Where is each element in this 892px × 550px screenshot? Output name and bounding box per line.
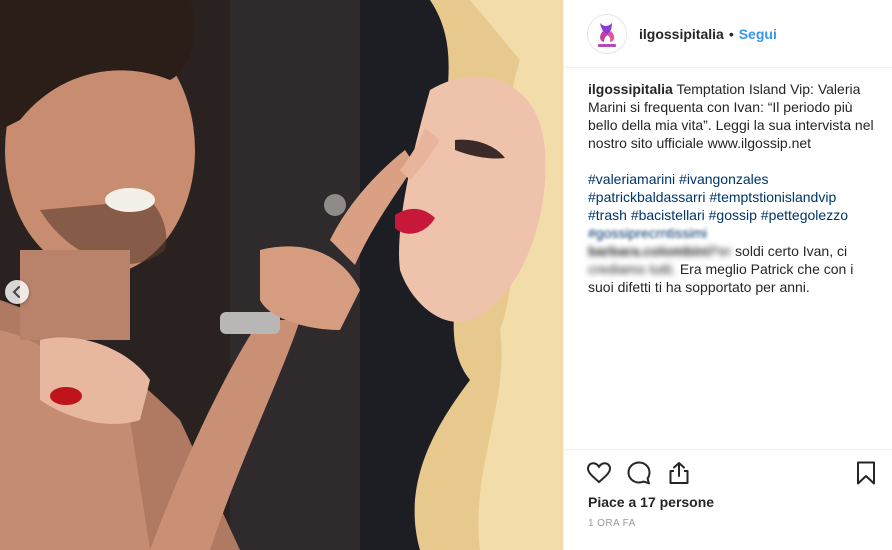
- post-sidebar: ilgossipitalia • Segui ilgossipitalia Te…: [563, 0, 892, 550]
- hashtag[interactable]: #trash: [588, 207, 627, 223]
- previous-photo-button[interactable]: [5, 280, 29, 304]
- photo-illustration: [0, 0, 563, 550]
- comments-section: ilgossipitalia Temptation Island Vip: Va…: [588, 80, 878, 296]
- follow-button[interactable]: Segui: [739, 26, 777, 42]
- post-header: ilgossipitalia • Segui: [564, 0, 892, 68]
- heart-icon[interactable]: [586, 460, 612, 486]
- hashtag[interactable]: #ivangonzales: [679, 171, 769, 187]
- caption: ilgossipitalia Temptation Island Vip: Va…: [588, 80, 878, 152]
- likes-count[interactable]: Piace a 17 persone: [588, 494, 714, 510]
- post-photo[interactable]: [0, 0, 563, 550]
- comment-icon[interactable]: [626, 460, 652, 486]
- header-username[interactable]: ilgossipitalia: [639, 26, 724, 42]
- hashtag-cut[interactable]: #gossiprecrntissimi: [588, 225, 707, 241]
- instagram-post: ilgossipitalia • Segui ilgossipitalia Te…: [0, 0, 892, 550]
- hashtag[interactable]: #temptstionislandvip: [709, 189, 836, 205]
- chevron-left-icon: [12, 286, 20, 298]
- post-timestamp[interactable]: 1 ORA FA: [588, 518, 636, 529]
- comment-text-blurred: crediamo tutti.: [588, 261, 676, 277]
- avatar[interactable]: [587, 13, 627, 54]
- share-icon[interactable]: [666, 460, 692, 486]
- comment-text-blurred: Per: [709, 243, 732, 259]
- comment: barbara.colombiniPer soldi certo Ivan, c…: [588, 242, 878, 296]
- hashtags: #valeriamarini #ivangonzales #patrickbal…: [588, 170, 878, 242]
- ilgossip-logo-icon: [598, 22, 616, 47]
- hashtag[interactable]: #pettegolezzo: [761, 207, 848, 223]
- hashtag[interactable]: #valeriamarini: [588, 171, 675, 187]
- hashtag[interactable]: #bacistellari: [631, 207, 705, 223]
- caption-username[interactable]: ilgossipitalia: [588, 81, 673, 97]
- hashtag[interactable]: #gossip: [709, 207, 757, 223]
- post-actions: Piace a 17 persone 1 ORA FA: [564, 449, 892, 550]
- action-icons: [586, 460, 692, 486]
- bookmark-icon[interactable]: [853, 460, 879, 486]
- header-separator: •: [728, 25, 734, 42]
- hashtag[interactable]: #patrickbaldassarri: [588, 189, 706, 205]
- comment-text: soldi certo Ivan, ci: [731, 243, 848, 259]
- comment-username[interactable]: barbara.colombini: [588, 243, 709, 259]
